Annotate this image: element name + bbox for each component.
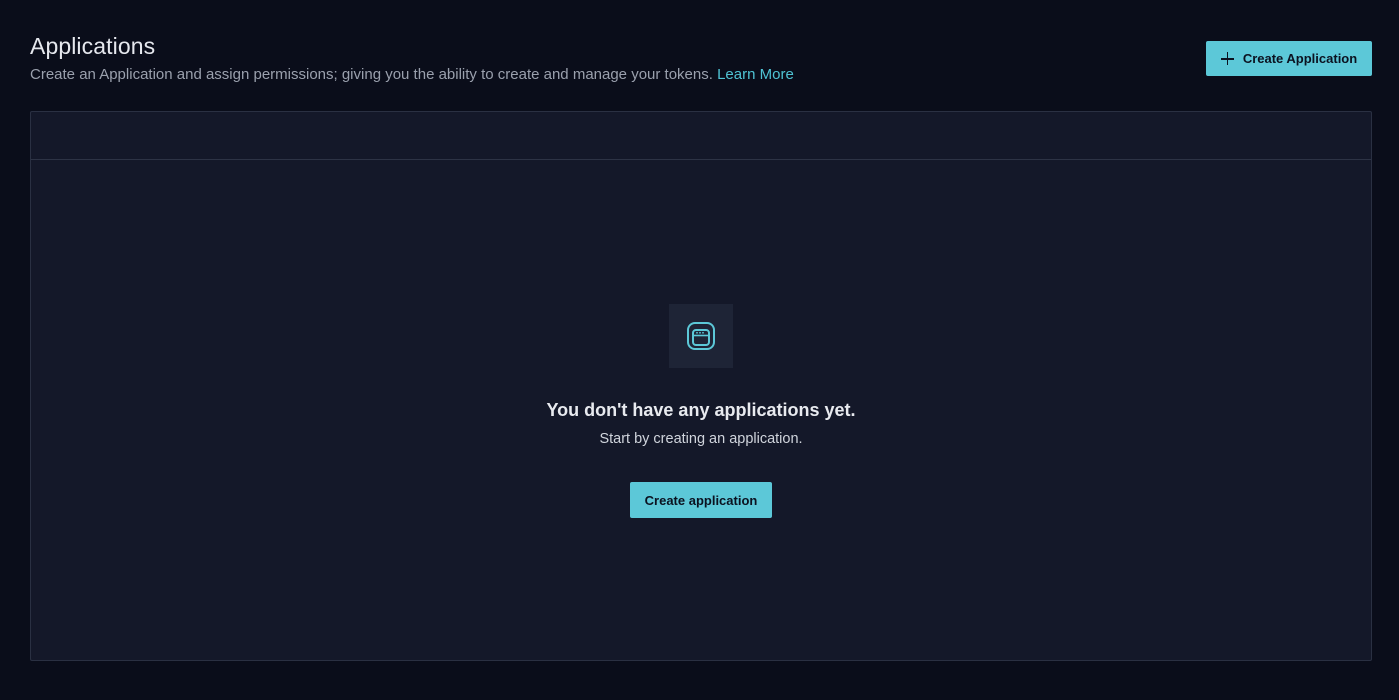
page-title: Applications <box>30 33 156 59</box>
applications-table-panel: You don't have any applications yet. Sta… <box>30 111 1372 661</box>
page-description: Create an Application and assign permiss… <box>30 66 794 83</box>
empty-state-icon-box <box>669 304 733 368</box>
page-header: Applications Create an Application and a… <box>30 0 1372 111</box>
create-application-button[interactable]: Create Application <box>1206 41 1372 76</box>
table-header <box>31 112 1371 160</box>
create-application-empty-button[interactable]: Create application <box>630 482 772 518</box>
create-application-label: Create Application <box>1242 51 1358 66</box>
plus-icon <box>1220 52 1234 65</box>
application-window-icon <box>687 322 715 350</box>
page-description-text: Create an Application and assign permiss… <box>30 66 713 83</box>
empty-state-subtitle: Start by creating an application. <box>599 431 803 447</box>
empty-state: You don't have any applications yet. Sta… <box>31 304 1371 518</box>
learn-more-link[interactable]: Learn More <box>717 66 794 83</box>
empty-state-title: You don't have any applications yet. <box>546 400 856 420</box>
